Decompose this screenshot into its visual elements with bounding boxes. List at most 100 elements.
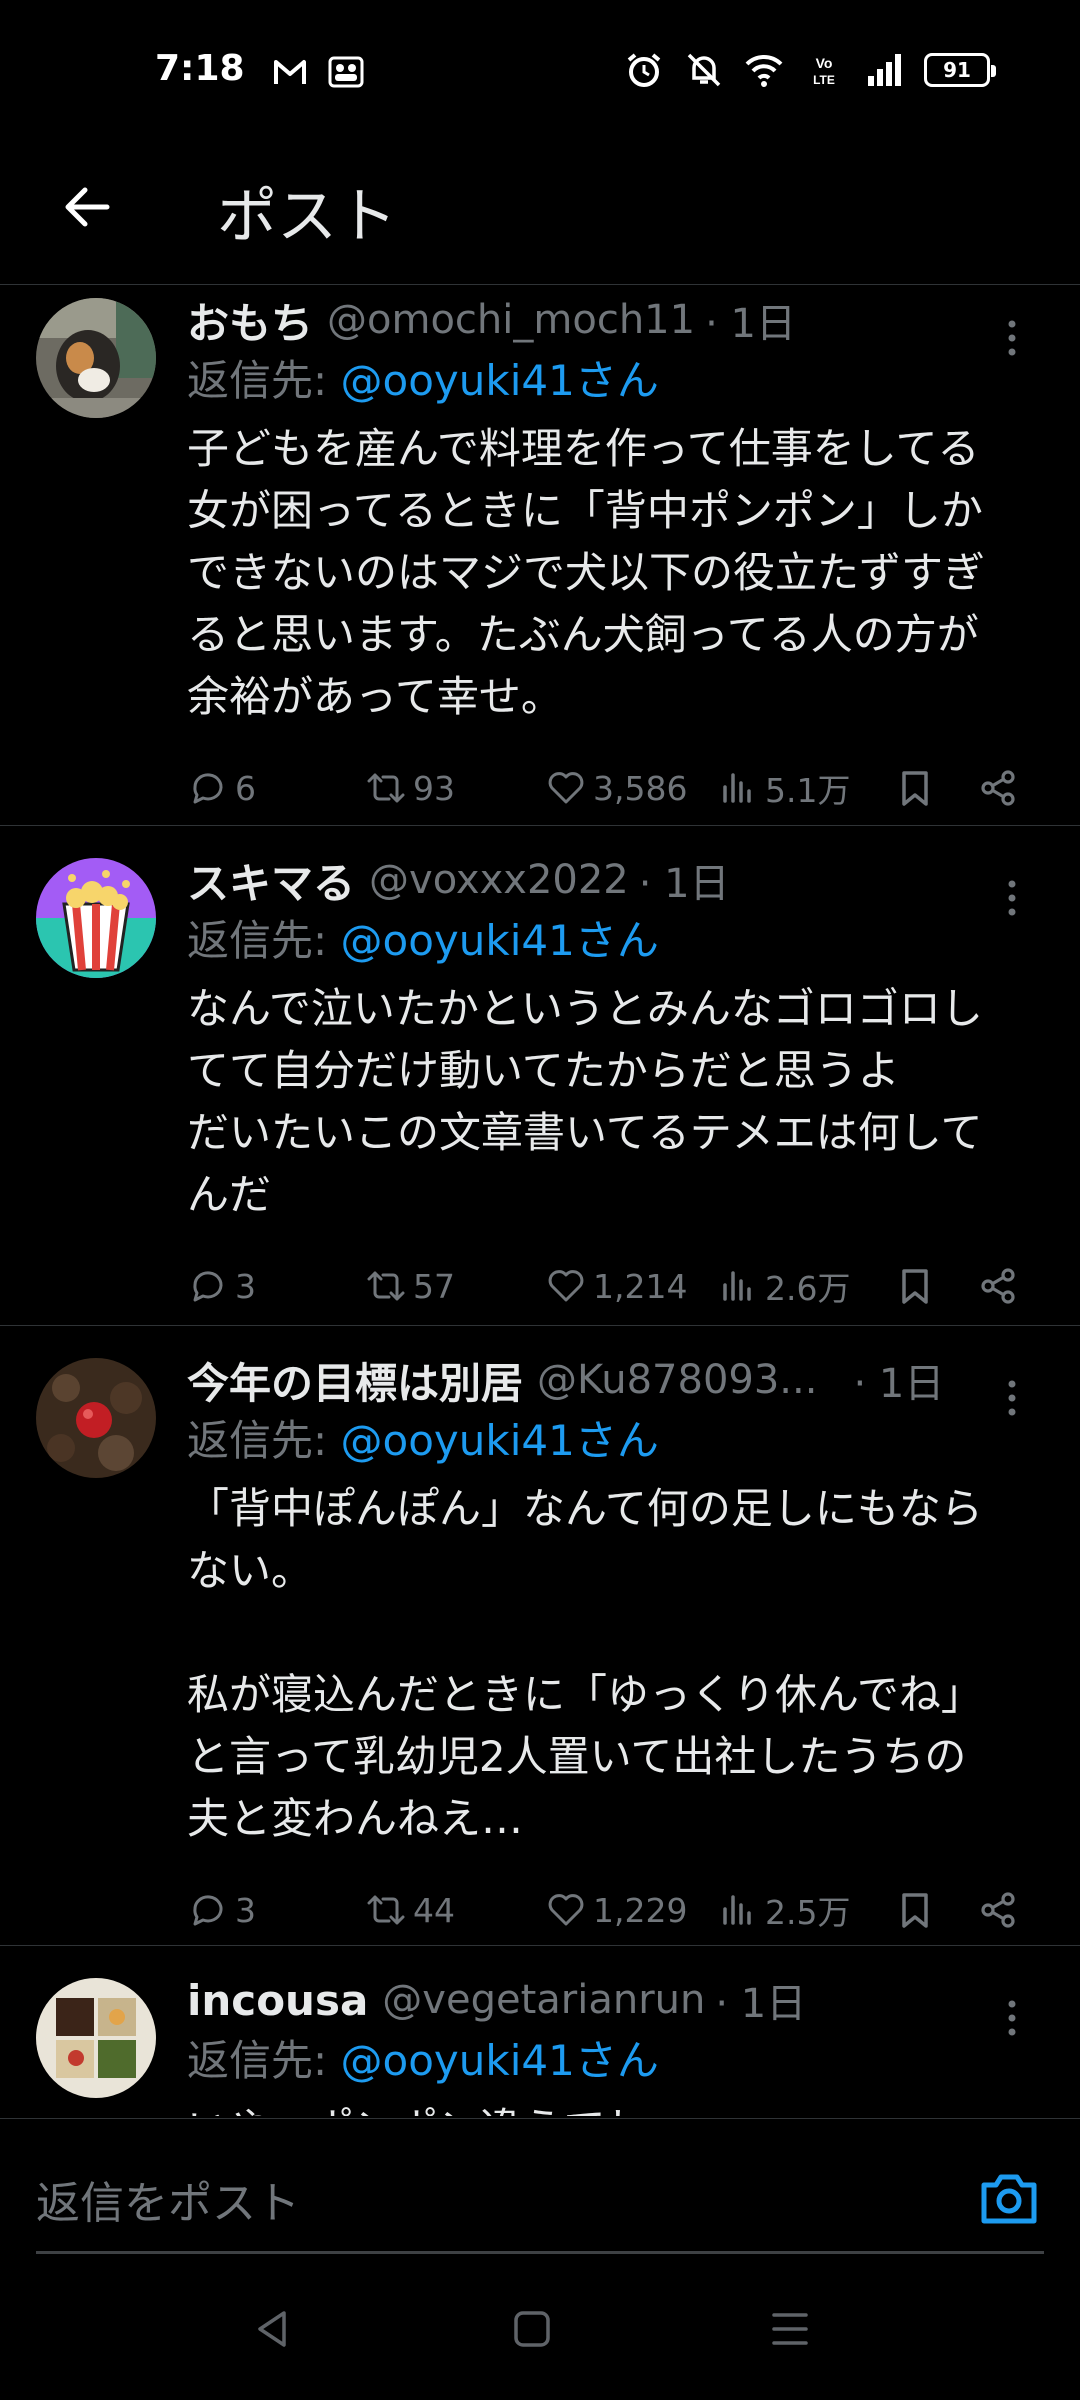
home-square-icon[interactable] xyxy=(510,2307,554,2351)
screen: 7:18 Vo LTE 91 ポスト おもち @omochi_moch11 · … xyxy=(0,0,1080,2400)
tweet-text: 「背中ぽんぽん」なんて何の足しにもなら ない。 私が寝込んだときに「ゆっくり休ん… xyxy=(187,1484,983,1843)
status-bar: 7:18 Vo LTE 91 xyxy=(0,0,1080,140)
reply-button[interactable]: 3 xyxy=(187,1889,256,1931)
user-handle[interactable]: @omochi_moch11 xyxy=(327,297,695,343)
reply-item[interactable]: 今年の目標は別居 @Ku878093... · 1日 返信先: @ooyuki4… xyxy=(0,1326,1080,1946)
wifi-icon xyxy=(745,54,783,87)
tweet-text: いや、ポンポン違うでしょ xyxy=(187,2098,1050,2116)
user-name[interactable]: incousa xyxy=(187,1976,368,2025)
reply-item[interactable]: incousa @vegetarianrun · 1日 返信先: @ooyuki… xyxy=(0,1946,1080,2116)
reply-to-mention[interactable]: @ooyuki41さん xyxy=(341,1416,659,1465)
user-handle[interactable]: @voxxx2022 xyxy=(369,857,629,903)
comment-icon xyxy=(193,773,223,804)
repost-button[interactable]: 93 xyxy=(365,767,455,809)
reply-button[interactable]: 6 xyxy=(187,767,256,809)
camera-icon[interactable] xyxy=(978,2169,1040,2227)
more-options-button[interactable] xyxy=(992,1998,1032,2038)
timestamp: · 1日 xyxy=(853,1361,945,1407)
action-bar: 6 93 3,586 5.1万 xyxy=(187,748,1050,828)
reply-count: 6 xyxy=(235,768,256,808)
user-handle[interactable]: @Ku878093... xyxy=(537,1357,817,1403)
reply-item[interactable]: おもち @omochi_moch11 · 1日 返信先: @ooyuki41さん… xyxy=(0,286,1080,826)
user-handle[interactable]: @vegetarianrun xyxy=(382,1977,705,2023)
views-button[interactable]: 2.6万 xyxy=(717,1262,850,1310)
bookmark-button[interactable] xyxy=(894,1889,936,1931)
bookmark-button[interactable] xyxy=(894,767,936,809)
like-button[interactable]: 1,214 xyxy=(545,1265,687,1307)
reply-to-line: 返信先: @ooyuki41さん xyxy=(187,910,1050,972)
reply-input[interactable]: 返信をポスト xyxy=(36,2167,300,2231)
signal-icon xyxy=(868,54,901,86)
comment-icon xyxy=(193,1895,223,1926)
back-triangle-icon[interactable] xyxy=(250,2307,294,2351)
replies-feed[interactable]: おもち @omochi_moch11 · 1日 返信先: @ooyuki41さん… xyxy=(0,286,1080,2116)
like-button[interactable]: 1,229 xyxy=(545,1889,687,1931)
views-chart-icon xyxy=(723,1271,751,1301)
status-right-icons: Vo LTE 91 xyxy=(624,50,996,90)
gmail-icon xyxy=(274,60,306,84)
reply-to-line: 返信先: @ooyuki41さん xyxy=(187,1410,1050,1472)
reply-to-mention[interactable]: @ooyuki41さん xyxy=(341,916,659,965)
page-title: ポスト xyxy=(217,182,397,252)
reply-meta: おもち @omochi_moch11 · 1日 xyxy=(187,290,1050,350)
teams-icon xyxy=(328,56,364,88)
avatar[interactable] xyxy=(36,298,156,418)
heart-icon xyxy=(548,1270,584,1302)
composer-underline xyxy=(36,2251,1044,2254)
reply-body: スキマる @voxxx2022 · 1日 返信先: @ooyuki41さん なん… xyxy=(187,850,1050,1326)
avatar[interactable] xyxy=(36,1978,156,2098)
action-bar: 3 44 1,229 2.5万 xyxy=(187,1870,1050,1950)
repost-icon xyxy=(367,773,405,803)
reply-to-line: 返信先: @ooyuki41さん xyxy=(187,350,1050,412)
reply-button[interactable]: 3 xyxy=(187,1265,256,1307)
user-name[interactable]: スキマる xyxy=(187,850,355,910)
user-name[interactable]: おもち xyxy=(187,290,313,350)
heart-icon xyxy=(548,772,584,804)
share-button[interactable] xyxy=(977,1265,1019,1307)
user-name[interactable]: 今年の目標は別居 xyxy=(187,1350,523,1410)
views-chart-icon xyxy=(723,773,751,803)
tweet-text: 子どもを産んで料理を作って仕事をしてる 女が困ってるときに「背中ポンポン」しか … xyxy=(187,424,986,721)
reply-count: 3 xyxy=(235,1266,256,1306)
more-vertical-icon xyxy=(1008,320,1016,356)
repost-button[interactable]: 44 xyxy=(365,1889,455,1931)
recents-menu-icon[interactable] xyxy=(768,2307,812,2351)
reply-to-line: 返信先: @ooyuki41さん xyxy=(187,2030,1050,2092)
more-options-button[interactable] xyxy=(992,318,1032,358)
svg-text:Vo: Vo xyxy=(816,55,833,71)
status-left-icons xyxy=(270,52,366,92)
status-time: 7:18 xyxy=(155,48,245,89)
reply-to-label: 返信先: xyxy=(187,1416,341,1465)
views-button[interactable]: 5.1万 xyxy=(717,764,850,812)
repost-button[interactable]: 57 xyxy=(365,1265,455,1307)
back-button[interactable] xyxy=(52,172,122,242)
reply-to-mention[interactable]: @ooyuki41さん xyxy=(341,356,659,405)
more-options-button[interactable] xyxy=(992,878,1032,918)
share-icon xyxy=(981,1892,1015,1928)
avatar[interactable] xyxy=(36,1358,156,1478)
like-button[interactable]: 3,586 xyxy=(545,767,687,809)
share-icon xyxy=(981,770,1015,806)
bookmark-button[interactable] xyxy=(894,1265,936,1307)
share-icon xyxy=(981,1268,1015,1304)
share-button[interactable] xyxy=(977,1889,1019,1931)
views-button[interactable]: 2.5万 xyxy=(717,1886,850,1934)
action-bar: 3 57 1,214 2.6万 xyxy=(187,1246,1050,1326)
views-count: 5.1万 xyxy=(765,771,851,810)
mute-icon xyxy=(687,53,721,87)
reply-item[interactable]: スキマる @voxxx2022 · 1日 返信先: @ooyuki41さん なん… xyxy=(0,826,1080,1326)
reply-to-mention[interactable]: @ooyuki41さん xyxy=(341,2036,659,2085)
more-vertical-icon xyxy=(1008,2000,1016,2036)
timestamp: · 1日 xyxy=(705,301,796,347)
bookmark-icon xyxy=(902,1893,928,1928)
like-count: 3,586 xyxy=(593,768,688,808)
share-button[interactable] xyxy=(977,767,1019,809)
timestamp: · 1日 xyxy=(715,1981,807,2027)
reply-count: 3 xyxy=(235,1890,256,1930)
bookmark-icon xyxy=(902,1269,928,1304)
reply-composer: 返信をポスト xyxy=(0,2118,1080,2254)
more-options-button[interactable] xyxy=(992,1378,1032,1418)
avatar[interactable] xyxy=(36,858,156,978)
repost-count: 44 xyxy=(413,1890,455,1930)
reply-body: incousa @vegetarianrun · 1日 返信先: @ooyuki… xyxy=(187,1970,1050,2117)
